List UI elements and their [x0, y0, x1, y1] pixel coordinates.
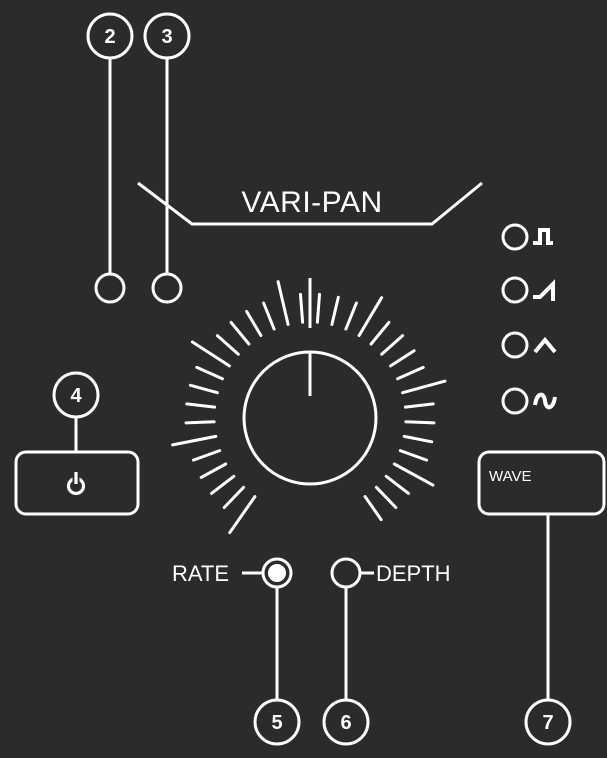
dial-tick [404, 420, 436, 425]
callout-6-number: 6 [340, 712, 351, 734]
dial-tick [299, 292, 305, 324]
callout-7-number: 7 [542, 712, 553, 734]
callout-5-number: 5 [271, 712, 282, 734]
dial-tick [184, 420, 216, 425]
callout-3-number: 3 [161, 26, 172, 48]
callout-2-number: 2 [104, 26, 115, 48]
diagram-canvas: 2 3 VARI-PAN 4 WAVE 7 RATE 5 DEPTH 6 [0, 0, 607, 753]
callout-4-number: 4 [70, 385, 82, 407]
depth-label: DEPTH [376, 561, 451, 586]
vari-pan-diagram: 2 3 VARI-PAN 4 WAVE 7 RATE 5 DEPTH 6 [0, 0, 607, 753]
wave-button-label: WAVE [489, 468, 532, 485]
title-label: VARI-PAN [241, 186, 382, 219]
rate-led-fill [268, 564, 286, 582]
rate-label: RATE [172, 561, 229, 586]
dial-tick [315, 292, 321, 324]
background [0, 0, 607, 753]
